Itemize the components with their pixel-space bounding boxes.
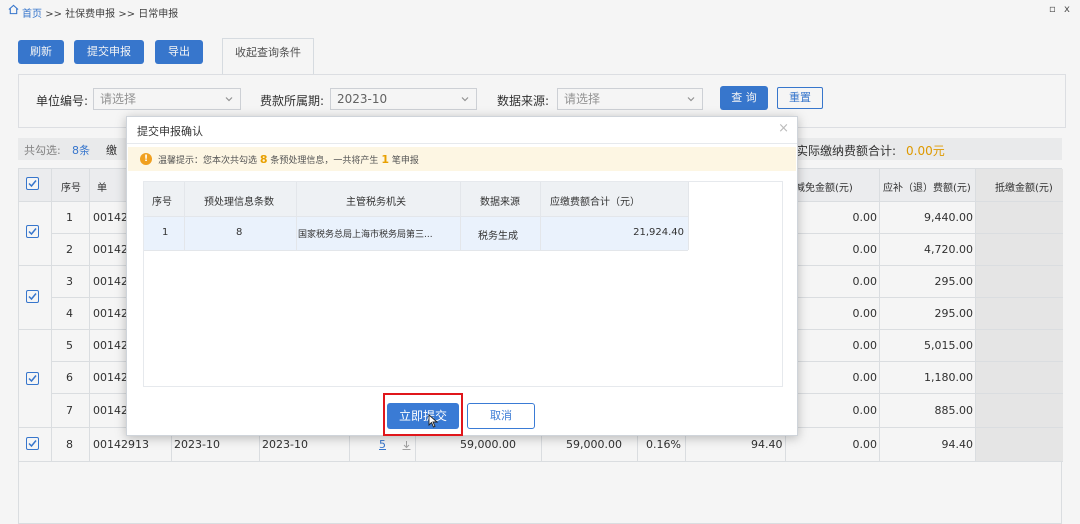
cursor-icon xyxy=(428,414,439,428)
notice-suffix: 笔申报 xyxy=(391,156,419,166)
grid-line xyxy=(144,250,688,251)
dialog-row-total: 21,924.40 xyxy=(633,227,684,238)
dialog-close-icon[interactable]: × xyxy=(778,121,789,136)
notice-count: 8 xyxy=(259,153,268,166)
notice-bar: ! 温馨提示：您本次共勾选 8 条预处理信息，一共将产生 1 笔申报 xyxy=(128,147,796,171)
grid-line xyxy=(144,216,688,217)
dialog-row-org: 国家税务总局上海市税务局第三... xyxy=(298,230,433,240)
dialog-row-count: 8 xyxy=(236,227,243,238)
dialog-header-source: 数据来源 xyxy=(480,197,520,208)
notice-mid: 条预处理信息，一共将产生 xyxy=(270,156,379,166)
dialog-header-no: 序号 xyxy=(152,197,172,208)
grid-line xyxy=(688,182,689,250)
highlight-box xyxy=(383,393,463,436)
divider xyxy=(127,143,797,144)
app-window: 首页 >> 社保费申报 >> 日常申报 ▫ x 刷新 提交申报 导出 收起查询条… xyxy=(0,0,1080,524)
dialog-title: 提交申报确认 xyxy=(137,125,203,138)
dialog-row-no: 1 xyxy=(162,227,169,238)
dialog-row-source: 税务生成 xyxy=(478,231,518,242)
dialog-table: 序号 预处理信息条数 主管税务机关 数据来源 应缴费额合计（元） 1 8 国家税… xyxy=(143,181,783,387)
dialog-table-row[interactable]: 1 8 国家税务总局上海市税务局第三... 税务生成 21,924.40 xyxy=(144,216,688,250)
submit-confirm-dialog: 提交申报确认 × ! 温馨提示：您本次共勾选 8 条预处理信息，一共将产生 1 … xyxy=(126,116,798,436)
dialog-header-org: 主管税务机关 xyxy=(346,197,406,208)
warning-icon: ! xyxy=(140,153,152,165)
notice-num: 1 xyxy=(381,153,389,166)
dialog-header-count: 预处理信息条数 xyxy=(204,197,274,208)
notice-text: 温馨提示：您本次共勾选 8 条预处理信息，一共将产生 1 笔申报 xyxy=(158,153,419,166)
dialog-header-total: 应缴费额合计（元） xyxy=(550,197,640,208)
notice-prefix: 温馨提示：您本次共勾选 xyxy=(158,156,258,166)
cancel-button[interactable]: 取消 xyxy=(467,403,535,429)
dialog-table-header: 序号 预处理信息条数 主管税务机关 数据来源 应缴费额合计（元） xyxy=(144,182,688,216)
